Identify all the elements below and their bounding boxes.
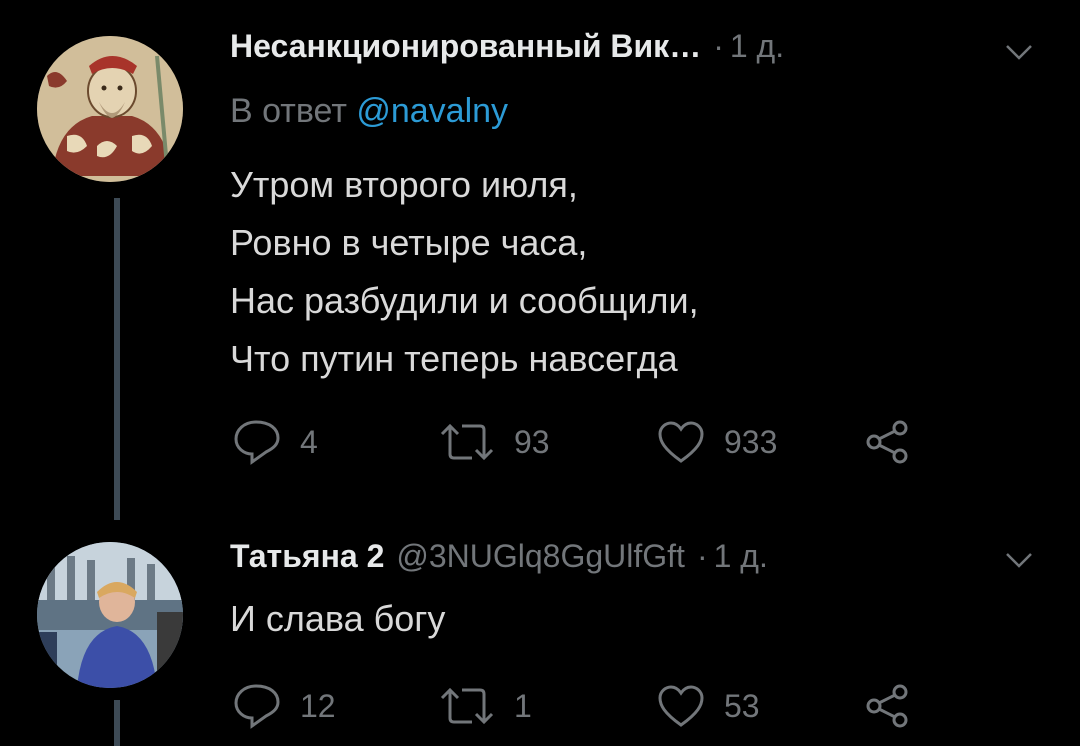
share-button[interactable] <box>864 416 912 468</box>
user-avatar[interactable] <box>37 36 183 182</box>
heart-icon <box>658 685 704 727</box>
author-name[interactable]: Татьяна 2 <box>230 538 384 575</box>
thread-line <box>114 198 120 520</box>
tweet-text-line: Что путин теперь навсегда <box>230 338 678 379</box>
like-count: 933 <box>724 423 778 460</box>
heart-icon <box>658 421 704 463</box>
share-icon <box>866 684 908 728</box>
retweet-icon <box>440 687 494 725</box>
retweet-icon <box>440 423 494 461</box>
tweet-actions: 12 1 53 <box>228 680 948 732</box>
tweet-2[interactable]: Татьяна 2 @3NUGlq8GgUlfGft · 1 д. И слав… <box>0 520 1080 746</box>
timestamp[interactable]: 1 д. <box>714 538 768 575</box>
reply-count: 4 <box>300 423 318 460</box>
share-button[interactable] <box>864 680 912 732</box>
separator-dot: · <box>713 28 724 64</box>
tweet-text-line: Нас разбудили и сообщили, <box>230 280 699 321</box>
reply-count: 12 <box>300 687 336 724</box>
tweet-text: И слава богу <box>230 590 445 648</box>
reply-icon <box>234 684 280 729</box>
tweet-1[interactable]: Несанкционированный Вик… · 1 д. В ответ … <box>0 0 1080 520</box>
author-name[interactable]: Несанкционированный Вик… <box>230 28 701 65</box>
like-count: 53 <box>724 687 760 724</box>
tweet-header: Татьяна 2 @3NUGlq8GgUlfGft · 1 д. <box>230 538 1050 578</box>
author-handle[interactable]: @3NUGlq8GgUlfGft <box>396 538 685 575</box>
share-icon <box>866 420 908 464</box>
reply-to-line: В ответ @navalny <box>230 92 508 131</box>
tweet-header: Несанкционированный Вик… · 1 д. <box>230 28 1050 68</box>
retweet-count: 93 <box>514 423 550 460</box>
like-button[interactable]: 933 <box>656 416 777 468</box>
tweet-text: Утром второго июля, Ровно в четыре часа,… <box>230 156 699 388</box>
chevron-down-icon[interactable] <box>1004 42 1034 62</box>
separator-dot: · <box>696 538 708 574</box>
tweet-text-line: И слава богу <box>230 598 446 639</box>
tweet-text-line: Ровно в четыре часа, <box>230 222 588 263</box>
tweet-actions: 4 93 933 <box>228 416 948 468</box>
reply-icon <box>234 420 280 465</box>
reply-button[interactable]: 4 <box>232 416 318 468</box>
reply-mention-link[interactable]: @navalny <box>356 92 508 130</box>
user-avatar[interactable] <box>37 542 183 688</box>
retweet-count: 1 <box>514 687 532 724</box>
like-button[interactable]: 53 <box>656 680 760 732</box>
thread-line <box>114 700 120 746</box>
chevron-down-icon[interactable] <box>1004 550 1034 570</box>
reply-button[interactable]: 12 <box>232 680 336 732</box>
tweet-text-line: Утром второго июля, <box>230 164 578 205</box>
timestamp[interactable]: 1 д. <box>730 28 784 65</box>
reply-prefix: В ответ <box>230 92 357 130</box>
retweet-button[interactable]: 1 <box>438 680 532 732</box>
retweet-button[interactable]: 93 <box>438 416 550 468</box>
